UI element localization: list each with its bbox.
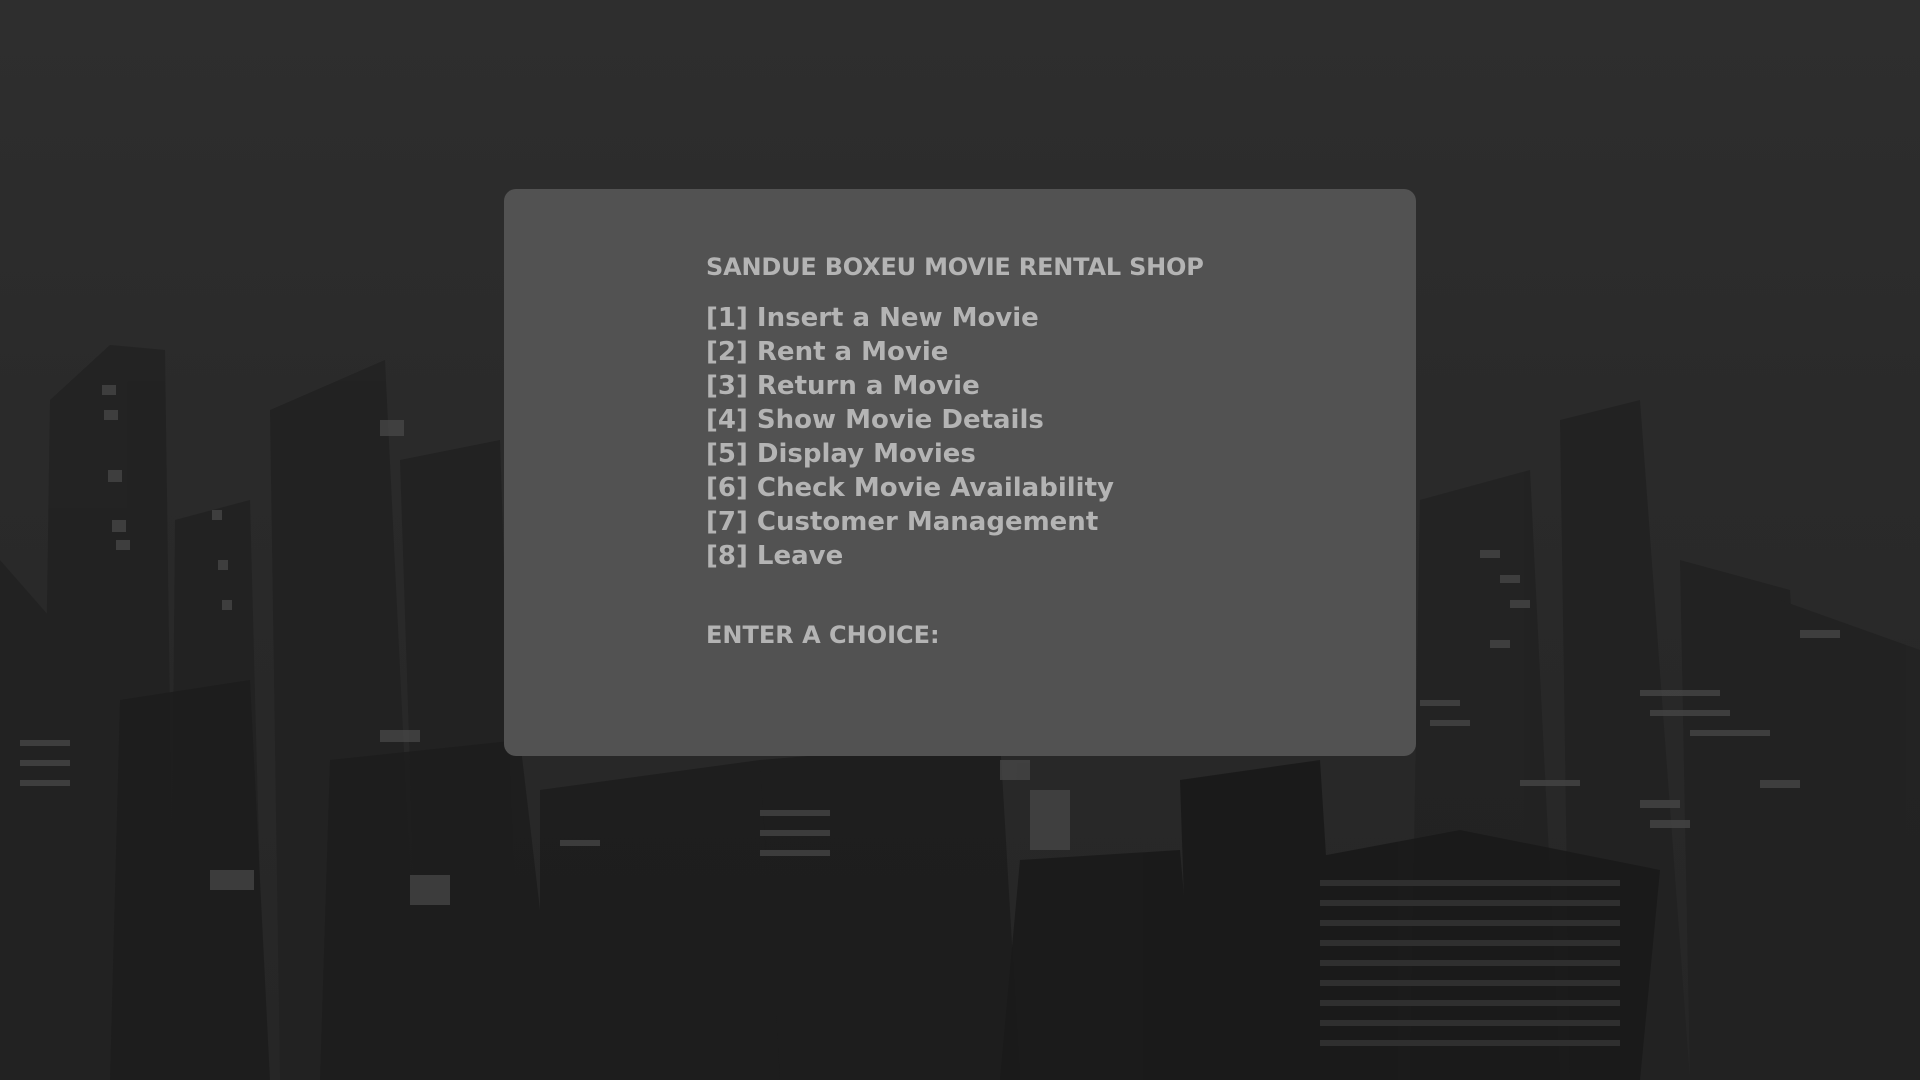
menu-item-show-movie-details[interactable]: [4] Show Movie Details <box>706 403 1204 437</box>
main-menu-panel: SANDUE BOXEU MOVIE RENTAL SHOP [1] Inser… <box>504 189 1416 756</box>
main-menu-list: [1] Insert a New Movie [2] Rent a Movie … <box>706 301 1204 573</box>
menu-item-leave[interactable]: [8] Leave <box>706 539 1204 573</box>
menu-item-display-movies[interactable]: [5] Display Movies <box>706 437 1204 471</box>
menu-item-return-movie[interactable]: [3] Return a Movie <box>706 369 1204 403</box>
menu-item-rent-movie[interactable]: [2] Rent a Movie <box>706 335 1204 369</box>
background-scene: SANDUE BOXEU MOVIE RENTAL SHOP [1] Inser… <box>0 0 1920 1080</box>
menu-item-insert-movie[interactable]: [1] Insert a New Movie <box>706 301 1204 335</box>
menu-content: SANDUE BOXEU MOVIE RENTAL SHOP [1] Inser… <box>706 253 1204 649</box>
app-title: SANDUE BOXEU MOVIE RENTAL SHOP <box>706 253 1204 281</box>
menu-item-check-availability[interactable]: [6] Check Movie Availability <box>706 471 1204 505</box>
choice-prompt[interactable]: ENTER A CHOICE: <box>706 621 1204 649</box>
menu-item-customer-management[interactable]: [7] Customer Management <box>706 505 1204 539</box>
